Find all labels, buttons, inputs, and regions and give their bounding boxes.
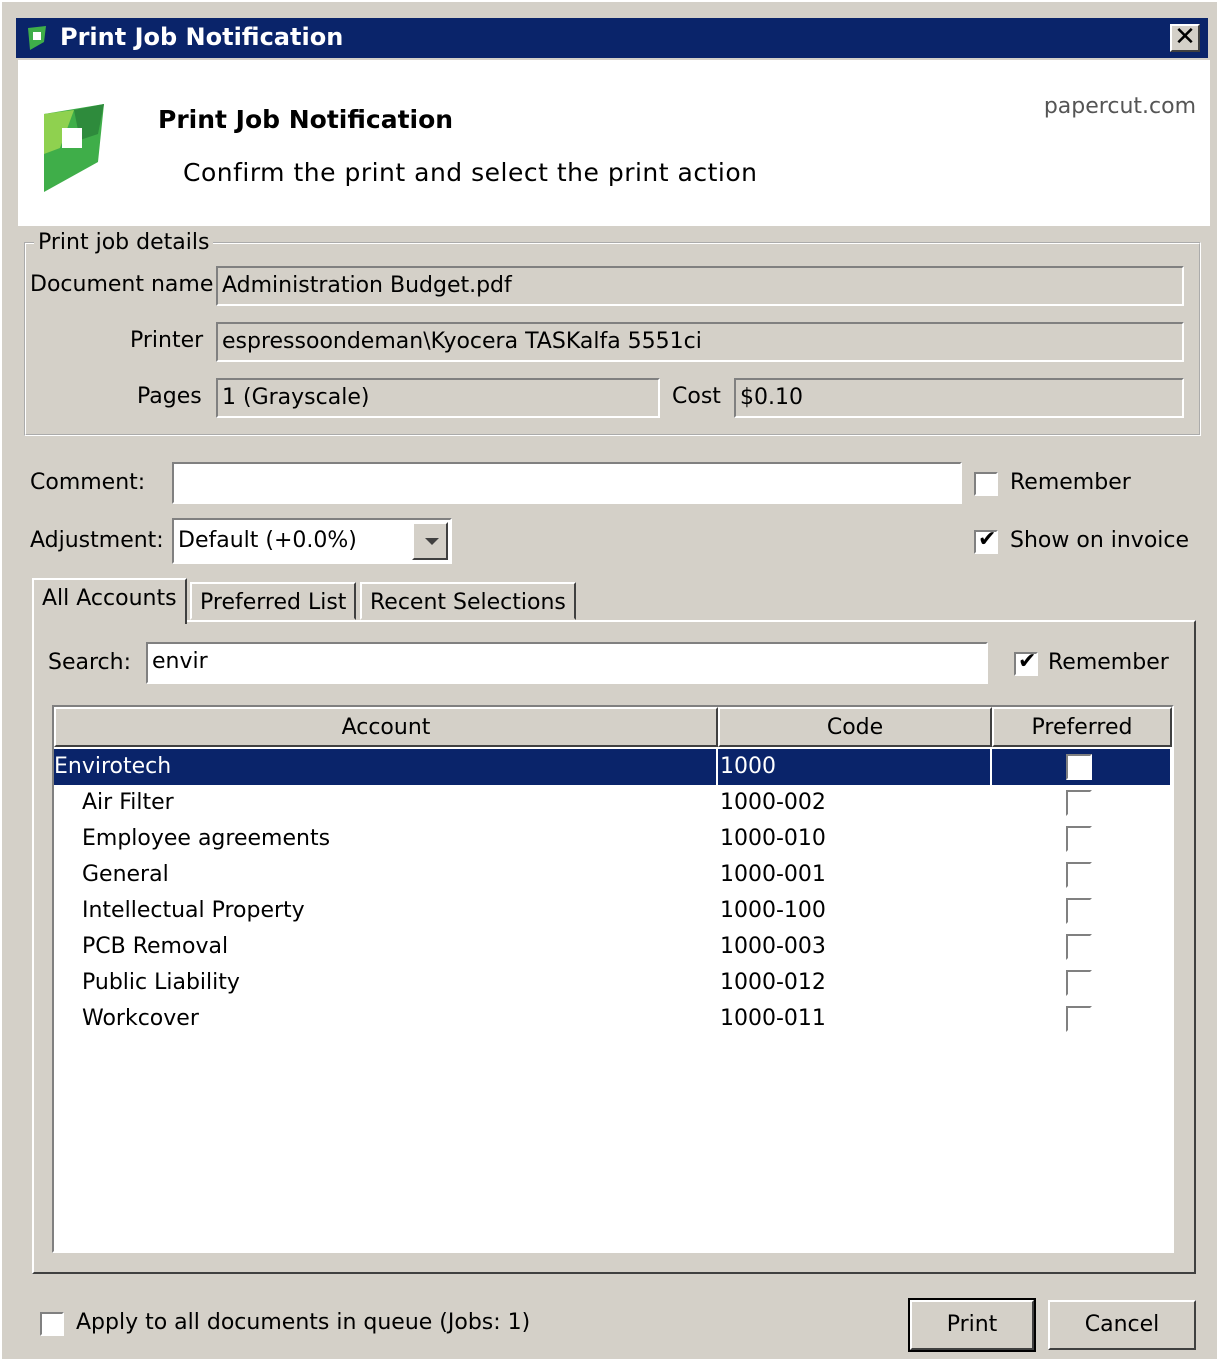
cancel-button[interactable]: Cancel [1048, 1300, 1196, 1350]
preferred-checkbox[interactable] [1066, 898, 1092, 924]
column-header-code[interactable]: Code [718, 707, 992, 747]
adjustment-label: Adjustment: [30, 528, 164, 553]
papercut-link[interactable]: papercut.com [1044, 94, 1196, 119]
search-label: Search: [48, 650, 131, 675]
comment-input[interactable] [172, 462, 962, 504]
checkmark-icon: ✔ [1018, 649, 1037, 674]
preferred-checkbox[interactable] [1066, 754, 1092, 780]
code-cell: 1000-002 [720, 790, 826, 815]
tab-all-accounts[interactable]: All Accounts [32, 578, 187, 624]
search-input[interactable]: envir [146, 642, 988, 684]
print-button[interactable]: Print [908, 1298, 1036, 1352]
print-job-dialog: Print Job Notification ✕ Print Job Notif… [0, 0, 1219, 1361]
preferred-checkbox[interactable] [1066, 826, 1092, 852]
printer-label: Printer [130, 328, 204, 353]
code-cell: 1000-012 [720, 970, 826, 995]
pages-field: 1 (Grayscale) [216, 378, 660, 418]
account-cell: Employee agreements [82, 826, 331, 851]
document-name-label: Document name [30, 272, 214, 297]
account-cell: Air Filter [82, 790, 174, 815]
table-row[interactable]: Employee agreements 1000-010 [54, 821, 1170, 857]
code-cell: 1000 [720, 754, 776, 779]
document-name-field: Administration Budget.pdf [216, 266, 1184, 306]
code-cell: 1000-003 [720, 934, 826, 959]
code-cell: 1000-100 [720, 898, 826, 923]
tab-preferred-list[interactable]: Preferred List [190, 582, 357, 620]
comment-label: Comment: [30, 470, 146, 495]
apply-all-checkbox[interactable] [40, 1312, 64, 1336]
preferred-checkbox[interactable] [1066, 970, 1092, 996]
table-header: Account Code Preferred [54, 707, 1172, 747]
preferred-checkbox[interactable] [1066, 790, 1092, 816]
table-row[interactable]: Workcover 1000-011 [54, 1001, 1170, 1037]
table-row[interactable]: Envirotech 1000 [54, 749, 1170, 785]
table-row[interactable]: Public Liability 1000-012 [54, 965, 1170, 1001]
preferred-checkbox[interactable] [1066, 1006, 1092, 1032]
apply-all-label: Apply to all documents in queue (Jobs: 1… [76, 1310, 531, 1335]
papercut-logo-icon [28, 26, 46, 50]
column-header-account[interactable]: Account [54, 707, 718, 747]
table-row[interactable]: General 1000-001 [54, 857, 1170, 893]
close-button[interactable]: ✕ [1170, 24, 1200, 52]
account-cell: Envirotech [54, 754, 172, 779]
header-panel: Print Job Notification Confirm the print… [18, 60, 1210, 226]
comment-remember-checkbox[interactable] [974, 472, 998, 496]
accounts-table: Account Code Preferred Envirotech 1000 A… [52, 705, 1174, 1253]
title-bar[interactable]: Print Job Notification ✕ [16, 18, 1208, 58]
account-cell: PCB Removal [82, 934, 229, 959]
group-legend: Print job details [34, 230, 214, 255]
header-subtitle: Confirm the print and select the print a… [183, 158, 758, 187]
adjustment-select[interactable]: Default (+0.0%) [172, 518, 452, 564]
search-remember-checkbox[interactable]: ✔ [1014, 649, 1038, 676]
code-cell: 1000-010 [720, 826, 826, 851]
chevron-down-icon[interactable] [412, 522, 448, 560]
papercut-logo-icon [44, 104, 104, 192]
account-cell: General [82, 862, 169, 887]
printer-field: espressoondeman\Kyocera TASKalfa 5551ci [216, 322, 1184, 362]
cost-field: $0.10 [734, 378, 1184, 418]
account-cell: Public Liability [82, 970, 240, 995]
show-on-invoice-checkbox[interactable]: ✔ [974, 527, 998, 554]
column-header-preferred[interactable]: Preferred [992, 707, 1172, 747]
preferred-checkbox[interactable] [1066, 862, 1092, 888]
code-cell: 1000-001 [720, 862, 826, 887]
header-title: Print Job Notification [158, 105, 454, 134]
column-divider [716, 749, 718, 785]
comment-remember-label: Remember [1010, 470, 1131, 495]
column-divider [990, 749, 992, 785]
search-remember-label: Remember [1048, 650, 1169, 675]
table-row[interactable]: Intellectual Property 1000-100 [54, 893, 1170, 929]
pages-label: Pages [137, 384, 202, 409]
checkmark-icon: ✔ [978, 527, 997, 552]
tab-recent-selections[interactable]: Recent Selections [360, 582, 576, 620]
preferred-checkbox[interactable] [1066, 934, 1092, 960]
cost-label: Cost [672, 384, 721, 409]
close-icon: ✕ [1174, 22, 1196, 52]
code-cell: 1000-011 [720, 1006, 826, 1031]
show-on-invoice-label: Show on invoice [1010, 528, 1190, 553]
account-cell: Workcover [82, 1006, 199, 1031]
account-cell: Intellectual Property [82, 898, 305, 923]
window-title: Print Job Notification [60, 23, 344, 51]
adjustment-selected-value: Default (+0.0%) [178, 528, 357, 553]
table-row[interactable]: PCB Removal 1000-003 [54, 929, 1170, 965]
table-row[interactable]: Air Filter 1000-002 [54, 785, 1170, 821]
